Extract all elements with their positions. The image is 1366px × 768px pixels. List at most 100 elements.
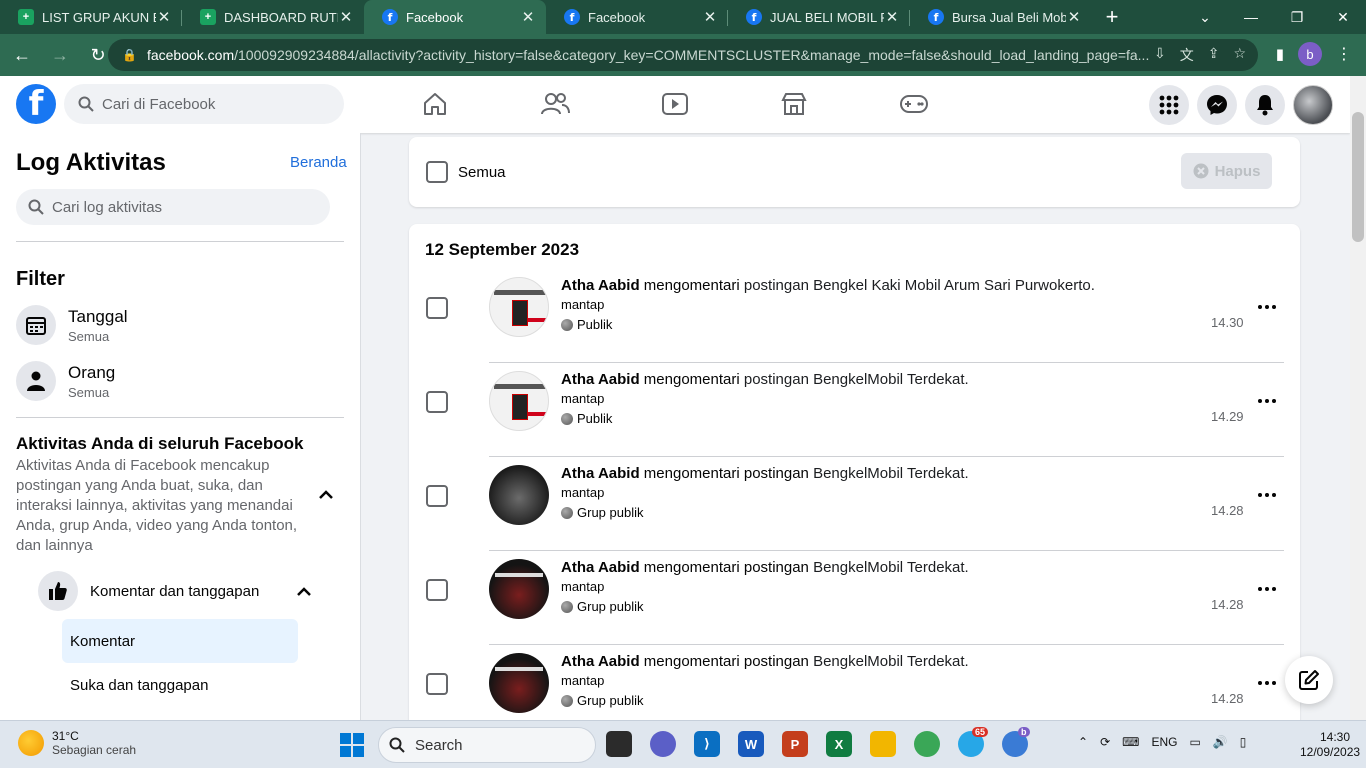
install-app-icon[interactable]: ⇩	[1154, 45, 1166, 65]
taskbar-search[interactable]: Search	[378, 727, 596, 763]
activity-entry[interactable]: Atha Aabid mengomentari postingan Bengke…	[409, 457, 1300, 551]
keyboard-icon[interactable]: ⌨	[1122, 735, 1139, 749]
tab-search-icon[interactable]: ⌄	[1182, 0, 1228, 34]
new-tab-button[interactable]: +	[1092, 0, 1132, 34]
menu-kebab-icon[interactable]: ⋮	[1336, 44, 1352, 64]
close-tab-icon[interactable]: ✕	[156, 8, 172, 26]
browser-tab-3[interactable]: f Facebook ✕	[364, 0, 546, 34]
entry-checkbox[interactable]	[426, 579, 448, 601]
delete-button[interactable]: Hapus	[1181, 153, 1272, 189]
watch-icon[interactable]	[657, 88, 693, 120]
chrome-icon[interactable]	[914, 731, 940, 757]
temperature: 31°C	[52, 729, 79, 743]
activity-entry[interactable]: Atha Aabid mengomentari postingan Bengke…	[409, 363, 1300, 457]
close-window-button[interactable]: ✕	[1320, 0, 1366, 34]
entry-checkbox[interactable]	[426, 391, 448, 413]
tab-title: Bursa Jual Beli Mobil	[952, 9, 1066, 25]
more-options-icon[interactable]	[1253, 485, 1281, 505]
maximize-button[interactable]: ❐	[1274, 0, 1320, 34]
home-icon[interactable]	[417, 88, 453, 120]
activity-entry[interactable]: Atha Aabid mengomentari postingan Bengke…	[409, 551, 1300, 645]
browser-tab-6[interactable]: f Bursa Jual Beli Mobil ✕	[910, 0, 1092, 34]
word-icon[interactable]: W	[738, 731, 764, 757]
volume-icon[interactable]: 🔊	[1213, 735, 1228, 749]
entry-checkbox[interactable]	[426, 485, 448, 507]
globe-icon	[561, 694, 573, 707]
chrome-profile-icon[interactable]: b	[1002, 727, 1030, 757]
menu-grid-icon[interactable]	[1149, 85, 1189, 125]
browser-tab-2[interactable]: + DASHBOARD RUTINIT ✕	[182, 0, 364, 34]
language-indicator[interactable]: ENG	[1151, 735, 1177, 749]
forward-button[interactable]: →	[44, 39, 76, 71]
excel-icon[interactable]: X	[826, 731, 852, 757]
marketplace-icon[interactable]	[776, 88, 812, 120]
more-options-icon[interactable]	[1253, 297, 1281, 317]
show-hidden-icons[interactable]: ⌃	[1078, 735, 1088, 749]
messenger-icon[interactable]	[1197, 85, 1237, 125]
network-icon[interactable]: ▭	[1189, 735, 1200, 749]
close-tab-icon[interactable]: ✕	[884, 8, 900, 26]
filter-date[interactable]: Tanggal Semua	[16, 301, 344, 349]
back-button[interactable]: ←	[6, 39, 38, 71]
new-message-button[interactable]	[1285, 656, 1333, 704]
taskbar-clock[interactable]: 14:30 12/09/2023	[1300, 730, 1360, 760]
vscode-icon[interactable]: ⟩	[694, 731, 720, 757]
activity-search[interactable]	[16, 189, 330, 225]
browser-tab-5[interactable]: f JUAL BELI MOBIL PUR ✕	[728, 0, 910, 34]
subcategory-likes-reactions[interactable]: Suka dan tanggapan	[62, 663, 298, 707]
account-avatar[interactable]	[1293, 85, 1333, 125]
side-panel-icon[interactable]: ▮	[1276, 45, 1284, 63]
file-explorer-icon[interactable]	[870, 731, 896, 757]
browser-tab-1[interactable]: + LIST GRUP AKUN BEN ✕	[0, 0, 182, 34]
facebook-logo[interactable]: f	[16, 84, 56, 124]
facebook-search-input[interactable]	[102, 95, 322, 113]
activity-entry[interactable]: Atha Aabid mengomentari postingan Bengke…	[409, 269, 1300, 363]
profile-avatar[interactable]: b	[1298, 42, 1322, 66]
share-icon[interactable]: ⇪	[1208, 45, 1220, 65]
powerpoint-icon[interactable]: P	[782, 731, 808, 757]
category-comments-reactions[interactable]: Komentar dan tanggapan	[38, 570, 328, 612]
collapse-chevron-icon[interactable]	[292, 579, 316, 603]
filter-people[interactable]: Orang Semua	[16, 357, 344, 405]
subcategory-comments[interactable]: Komentar	[62, 619, 298, 663]
weather-widget[interactable]: 31°C Sebagian cerah	[18, 729, 136, 757]
close-tab-icon[interactable]: ✕	[520, 8, 536, 26]
gaming-icon[interactable]	[896, 88, 932, 120]
translate-icon[interactable]: 文	[1180, 45, 1194, 65]
facebook-search[interactable]	[64, 84, 344, 124]
post-thumbnail[interactable]	[489, 465, 549, 525]
battery-icon[interactable]: ▯	[1240, 735, 1247, 749]
browser-tab-4[interactable]: f Facebook ✕	[546, 0, 728, 34]
filter-heading: Filter	[16, 268, 65, 290]
minimize-button[interactable]: —	[1228, 0, 1274, 34]
entry-checkbox[interactable]	[426, 673, 448, 695]
more-options-icon[interactable]	[1253, 391, 1281, 411]
task-view-icon[interactable]	[606, 731, 632, 757]
sync-icon[interactable]: ⟳	[1100, 735, 1110, 749]
friends-icon[interactable]	[537, 88, 573, 120]
windows-start-icon[interactable]	[340, 733, 364, 757]
post-thumbnail[interactable]	[489, 653, 549, 713]
entry-checkbox[interactable]	[426, 297, 448, 319]
close-tab-icon[interactable]: ✕	[1066, 8, 1082, 26]
collapse-chevron-icon[interactable]	[314, 482, 338, 506]
url-field[interactable]: 🔒 facebook.com/100092909234884/allactivi…	[108, 39, 1258, 71]
close-tab-icon[interactable]: ✕	[338, 8, 354, 26]
home-link[interactable]: Beranda	[290, 154, 347, 171]
page-scrollbar[interactable]	[1350, 76, 1366, 720]
activity-search-input[interactable]	[52, 198, 312, 216]
telegram-icon[interactable]: 65	[958, 727, 989, 757]
more-options-icon[interactable]	[1253, 673, 1281, 693]
bookmark-star-icon[interactable]: ☆	[1233, 45, 1246, 65]
post-thumbnail[interactable]	[489, 277, 549, 337]
close-tab-icon[interactable]: ✕	[702, 8, 718, 26]
select-all-checkbox[interactable]	[426, 161, 448, 183]
post-thumbnail[interactable]	[489, 371, 549, 431]
lock-icon[interactable]: 🔒	[122, 48, 137, 62]
post-thumbnail[interactable]	[489, 559, 549, 619]
chat-icon[interactable]	[650, 731, 676, 757]
entry-comment: mantap	[561, 485, 605, 500]
notifications-bell-icon[interactable]	[1245, 85, 1285, 125]
entry-comment: mantap	[561, 391, 605, 406]
more-options-icon[interactable]	[1253, 579, 1281, 599]
